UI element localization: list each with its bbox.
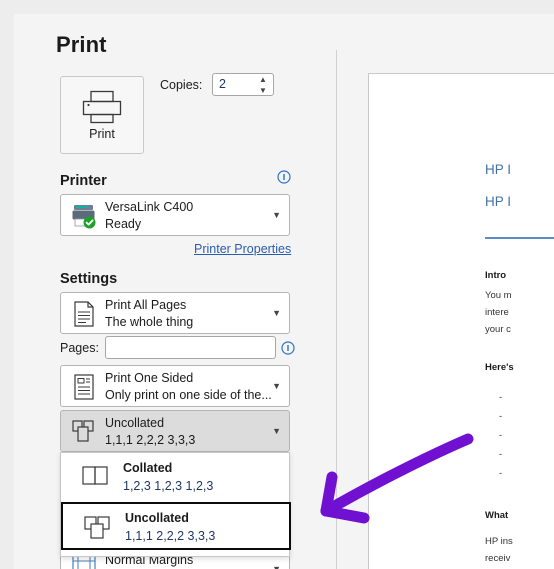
- one-sided-icon: [74, 374, 94, 400]
- dropdown-option-collated[interactable]: Collated 1,2,3 1,2,3 1,2,3: [61, 454, 291, 502]
- copies-stepper[interactable]: 2 ▲ ▼: [212, 73, 274, 96]
- dropdown-option-uncollated[interactable]: Uncollated 1,1,1 2,2,2 3,3,3: [61, 502, 291, 550]
- preview-section-title: Intro: [485, 270, 507, 281]
- printer-device-icon: [72, 205, 96, 229]
- chevron-down-icon[interactable]: ▼: [272, 210, 281, 220]
- preview-divider: [485, 237, 554, 239]
- pages-input[interactable]: [105, 336, 276, 359]
- spinner-down-icon[interactable]: ▼: [258, 87, 268, 95]
- copies-label: Copies:: [160, 78, 203, 92]
- preview-bullet: -: [499, 392, 503, 403]
- print-sides-title: Print One Sided: [105, 371, 194, 385]
- collated-icon: [82, 466, 108, 485]
- collation-dropdown-list: Collated 1,2,3 1,2,3 1,2,3 Uncollated 1,…: [60, 452, 291, 557]
- collation-title: Uncollated: [105, 416, 165, 430]
- collation-select[interactable]: Uncollated 1,1,1 2,2,2 3,3,3 ▼: [60, 410, 290, 452]
- print-backstage-screen: Print Print Copies: 2 ▲ ▼ Printer VersaL…: [0, 0, 554, 569]
- preview-bullet: -: [499, 411, 503, 422]
- copies-value[interactable]: 2: [219, 77, 226, 91]
- preview-page: HP I HP I Intro You m intere your c Here…: [368, 73, 554, 569]
- print-button-label: Print: [89, 126, 115, 141]
- pages-info-icon[interactable]: [281, 341, 295, 355]
- document-pages-icon: [74, 301, 94, 327]
- chevron-down-icon[interactable]: ▼: [272, 308, 281, 318]
- dropdown-option-sequence: 1,1,1 2,2,2 3,3,3: [125, 529, 216, 543]
- preview-body-line: your c: [485, 324, 511, 335]
- uncollated-icon: [72, 420, 94, 442]
- chevron-down-icon[interactable]: ▼: [272, 381, 281, 391]
- preview-body-line: You m: [485, 290, 512, 301]
- print-sides-select[interactable]: Print One Sided Only print on one side o…: [60, 365, 290, 407]
- preview-bullet: -: [499, 449, 503, 460]
- print-sides-subtitle: Only print on one side of the...: [105, 388, 272, 402]
- preview-section-title: What: [485, 510, 509, 521]
- preview-body-line: intere: [485, 307, 509, 318]
- collation-subtitle: 1,1,1 2,2,2 3,3,3: [105, 433, 196, 447]
- print-button[interactable]: Print: [60, 76, 144, 154]
- copies-spinner[interactable]: ▲ ▼: [258, 76, 268, 95]
- printer-name: VersaLink C400: [105, 200, 194, 214]
- print-range-title: Print All Pages: [105, 298, 187, 312]
- print-preview-pane[interactable]: HP I HP I Intro You m intere your c Here…: [337, 50, 554, 569]
- preview-section-title: Here's: [485, 362, 514, 373]
- preview-bullet: -: [499, 468, 503, 479]
- preview-heading-2: HP I: [485, 194, 512, 209]
- print-range-subtitle: The whole thing: [105, 315, 194, 329]
- printer-properties-link[interactable]: Printer Properties: [194, 242, 291, 256]
- preview-heading-1: HP I: [485, 162, 512, 177]
- dropdown-option-label: Uncollated: [125, 511, 189, 525]
- preview-body-line: receiv: [485, 553, 511, 564]
- spinner-up-icon[interactable]: ▲: [258, 76, 268, 84]
- dropdown-option-label: Collated: [123, 461, 173, 475]
- printer-select[interactable]: VersaLink C400 Ready ▼: [60, 194, 290, 236]
- settings-section-heading: Settings: [60, 271, 118, 287]
- preview-bullet: -: [499, 430, 503, 441]
- pages-label: Pages:: [60, 341, 99, 355]
- printer-status: Ready: [105, 217, 142, 231]
- uncollated-icon: [84, 516, 110, 539]
- chevron-down-icon[interactable]: ▼: [272, 426, 281, 436]
- printer-icon: [82, 90, 122, 123]
- preview-body-line: HP ins: [485, 536, 513, 547]
- dropdown-option-sequence: 1,2,3 1,2,3 1,2,3: [123, 479, 214, 493]
- printer-info-icon[interactable]: [277, 170, 291, 184]
- chevron-down-icon[interactable]: ▼: [272, 564, 281, 569]
- page-title: Print: [56, 32, 107, 57]
- print-range-select[interactable]: Print All Pages The whole thing ▼: [60, 292, 290, 334]
- printer-section-heading: Printer: [60, 173, 107, 189]
